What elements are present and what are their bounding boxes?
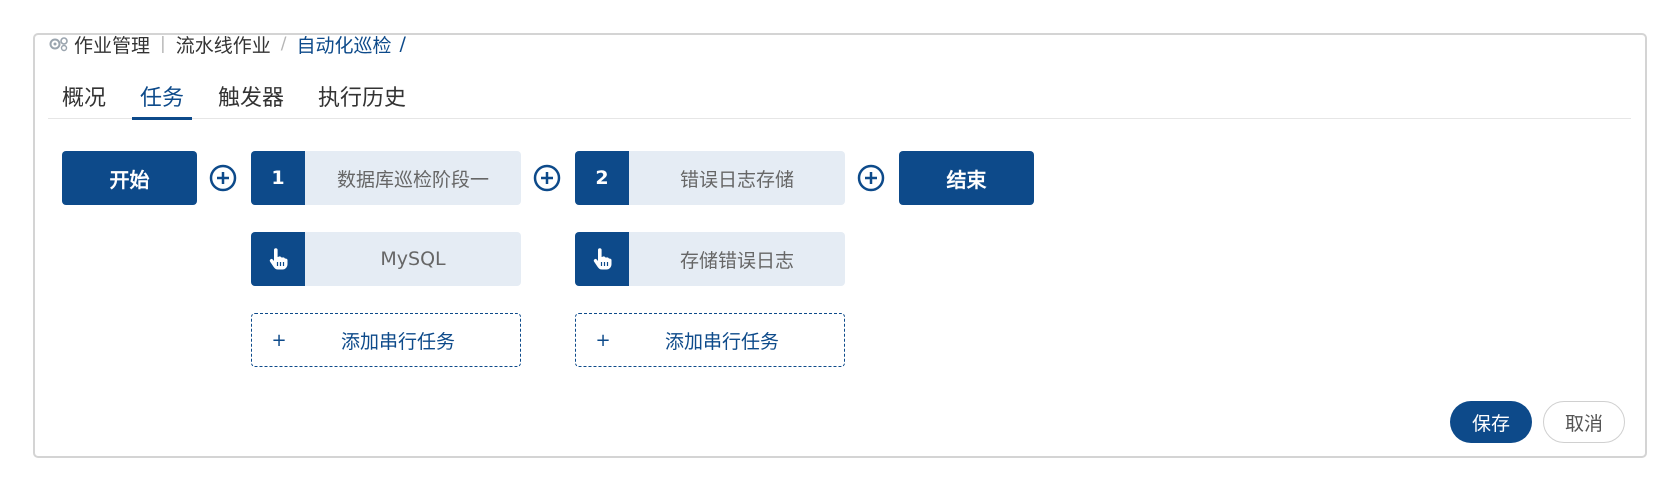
breadcrumb-separator: | xyxy=(160,34,166,54)
hand-pointer-icon xyxy=(251,232,305,286)
tab-triggers[interactable]: 触发器 xyxy=(218,74,284,119)
breadcrumb-trailing-separator: / xyxy=(399,33,406,55)
breadcrumb-item-job-management[interactable]: 作业管理 xyxy=(74,31,150,58)
plus-icon: + xyxy=(595,329,611,351)
task-name: 存储错误日志 xyxy=(679,249,794,272)
breadcrumb-item-pipeline-jobs[interactable]: 流水线作业 xyxy=(176,31,271,58)
stage-card[interactable]: 2 错误日志存储 xyxy=(575,151,845,205)
add-serial-task-label: 添加串行任务 xyxy=(340,330,455,353)
add-serial-task-button[interactable]: + 添加串行任务 xyxy=(575,313,845,367)
start-node[interactable]: 开始 xyxy=(62,151,197,205)
save-button[interactable]: 保存 xyxy=(1450,401,1532,443)
tab-tasks[interactable]: 任务 xyxy=(132,74,193,120)
add-stage-icon[interactable] xyxy=(533,164,561,192)
add-serial-task-label: 添加串行任务 xyxy=(664,330,779,353)
add-serial-task-button[interactable]: + 添加串行任务 xyxy=(251,313,521,367)
breadcrumb: 作业管理 | 流水线作业 / 自动化巡检 / xyxy=(48,31,406,58)
tab-execution-history[interactable]: 执行历史 xyxy=(318,74,406,119)
hand-pointer-icon xyxy=(575,232,629,286)
tab-overview[interactable]: 概况 xyxy=(62,74,106,119)
gear-icon xyxy=(48,35,70,53)
add-stage-icon[interactable] xyxy=(209,164,237,192)
stage-number: 1 xyxy=(251,151,305,205)
cancel-button[interactable]: 取消 xyxy=(1543,401,1625,443)
task-card[interactable]: 存储错误日志 xyxy=(575,232,845,286)
breadcrumb-item-auto-inspection[interactable]: 自动化巡检 xyxy=(297,31,392,58)
task-name: MySQL xyxy=(380,248,446,270)
end-node[interactable]: 结束 xyxy=(899,151,1034,205)
stage-name: 数据库巡检阶段一 xyxy=(336,168,489,191)
breadcrumb-separator: / xyxy=(280,34,287,54)
plus-icon: + xyxy=(271,329,287,351)
stage-card[interactable]: 1 数据库巡检阶段一 xyxy=(251,151,521,205)
stage-name: 错误日志存储 xyxy=(679,168,794,191)
stage-number: 2 xyxy=(575,151,629,205)
tab-bar: 概况 任务 触发器 执行历史 xyxy=(48,74,1631,120)
task-card[interactable]: MySQL xyxy=(251,232,521,286)
add-stage-icon[interactable] xyxy=(857,164,885,192)
